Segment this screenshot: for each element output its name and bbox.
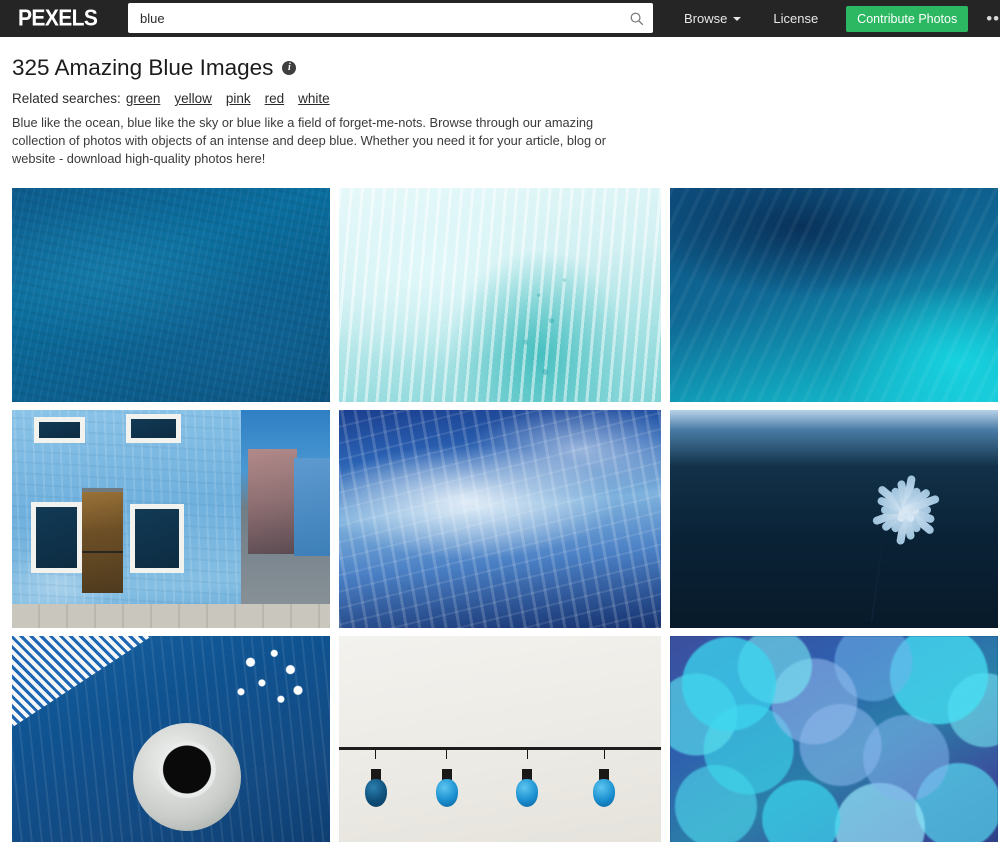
- photo-card-blue-house-burano[interactable]: [12, 410, 330, 628]
- photo-thumbnail: [12, 636, 330, 842]
- nav-license[interactable]: License: [757, 0, 834, 37]
- photo-thumbnail: [12, 410, 330, 628]
- related-searches-label: Related searches:: [12, 91, 121, 106]
- search-icon[interactable]: [619, 11, 653, 26]
- photo-card-coffee-blue-cloth[interactable]: [12, 636, 330, 842]
- photo-card-blue-bokeh-lights[interactable]: [670, 636, 998, 842]
- chevron-down-icon: [733, 16, 742, 21]
- photo-thumbnail: [12, 188, 330, 402]
- related-link-yellow[interactable]: yellow: [174, 91, 212, 106]
- photo-thumbnail: [339, 188, 661, 402]
- more-options-icon[interactable]: •••: [986, 10, 1000, 27]
- related-link-green[interactable]: green: [126, 91, 161, 106]
- photo-card-ocean-waves[interactable]: [339, 410, 661, 628]
- photo-card-turquoise-water-splash[interactable]: [339, 188, 661, 402]
- nav-license-label: License: [773, 11, 819, 26]
- nav-browse-label: Browse: [684, 11, 728, 26]
- photo-thumbnail: [670, 188, 998, 402]
- info-icon[interactable]: i: [282, 61, 297, 75]
- site-header: PEXELS Browse License Contribute Photos …: [0, 0, 1000, 37]
- photo-card-blue-bulbs-string[interactable]: [339, 636, 661, 842]
- title-row: 325 Amazing Blue Images i: [12, 55, 988, 81]
- pexels-logo[interactable]: PEXELS: [18, 6, 110, 32]
- nav-browse[interactable]: Browse: [668, 0, 757, 37]
- category-description: Blue like the ocean, blue like the sky o…: [12, 115, 606, 166]
- photo-card-blue-wall-texture[interactable]: [12, 188, 330, 402]
- related-link-red[interactable]: red: [265, 91, 285, 106]
- photo-grid: [0, 188, 1000, 842]
- header-nav: Browse License Contribute Photos •••: [668, 0, 1000, 37]
- photo-thumbnail: [670, 410, 998, 628]
- related-link-white[interactable]: white: [298, 91, 330, 106]
- search-input[interactable]: [128, 10, 619, 26]
- photo-card-underwater-blue-cyan[interactable]: [670, 188, 998, 402]
- contribute-photos-button[interactable]: Contribute Photos: [846, 5, 969, 32]
- photo-card-blue-flower-dark[interactable]: [670, 410, 998, 628]
- photo-thumbnail: [339, 636, 661, 842]
- page-title: 325 Amazing Blue Images: [12, 55, 274, 80]
- photo-thumbnail: [670, 636, 998, 842]
- search-bar[interactable]: [128, 3, 653, 33]
- photo-thumbnail: [339, 410, 661, 628]
- related-searches: Related searches: green yellow pink red …: [12, 91, 988, 106]
- related-link-pink[interactable]: pink: [226, 91, 251, 106]
- results-header: 325 Amazing Blue Images i Related search…: [0, 55, 1000, 168]
